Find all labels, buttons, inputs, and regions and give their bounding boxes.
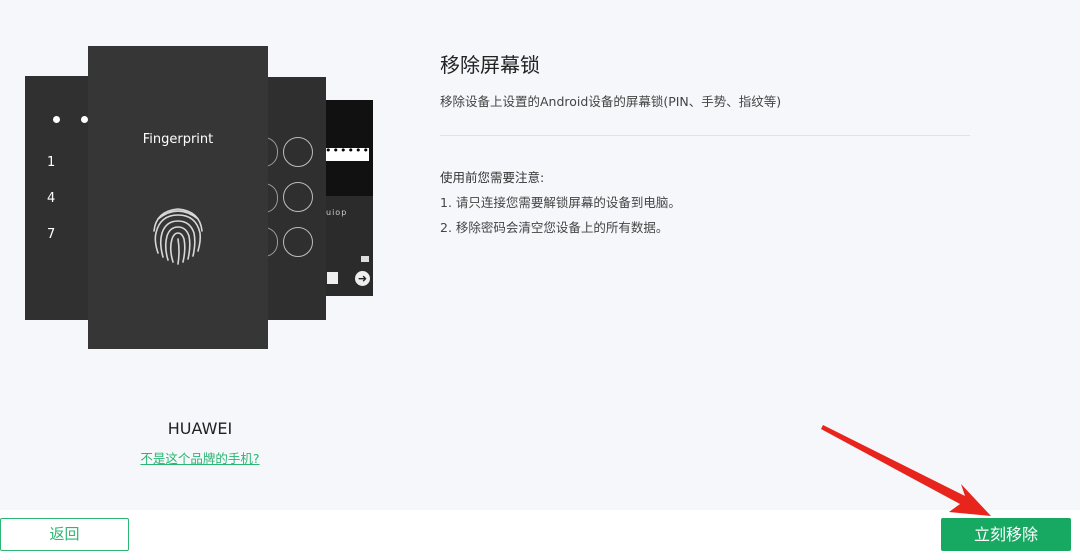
notice-item: 1. 请只连接您需要解锁屏幕的设备到电脑。 [440,195,681,210]
pin-lock-screen-illustration: •••••• uiop ➜ [325,100,373,296]
page-subtitle: 移除设备上设置的Android设备的屏幕锁(PIN、手势、指纹等) [440,94,782,109]
keypad-digit: 7 [47,227,56,242]
pattern-grid-screen-illustration [264,77,326,320]
pin-indicator-dot [53,116,60,123]
fingerprint-label: Fingerprint [142,132,214,147]
pattern-lock-screen-illustration: 1 4 7 [25,76,91,320]
notice-heading: 使用前您需要注意: [440,170,545,185]
divider [440,135,970,136]
keypad-digit: 1 [47,155,56,170]
device-brand-name: HUAWEI [167,419,233,438]
notice-item: 2. 移除密码会清空您设备上的所有数据。 [440,220,669,235]
pin-dots: •••••• [325,144,370,157]
backspace-icon [361,256,369,262]
fingerprint-lock-screen-illustration: Fingerprint [88,46,268,349]
back-button[interactable]: 返回 [0,518,129,551]
wrong-brand-link[interactable]: 不是这个品牌的手机? [100,448,300,467]
pattern-node [283,137,313,167]
pin-indicator-dot [81,116,88,123]
keyboard-key [327,272,338,284]
page-title: 移除屏幕锁 [440,53,540,77]
pattern-node [283,227,313,257]
keypad-digit: 4 [47,191,56,206]
pattern-node [283,182,313,212]
arrow-right-icon: ➜ [355,271,370,286]
keyboard-row: uiop [326,208,348,217]
annotation-arrow-icon [821,425,991,516]
fingerprint-icon [153,208,203,265]
remove-now-button[interactable]: 立刻移除 [941,518,1071,551]
